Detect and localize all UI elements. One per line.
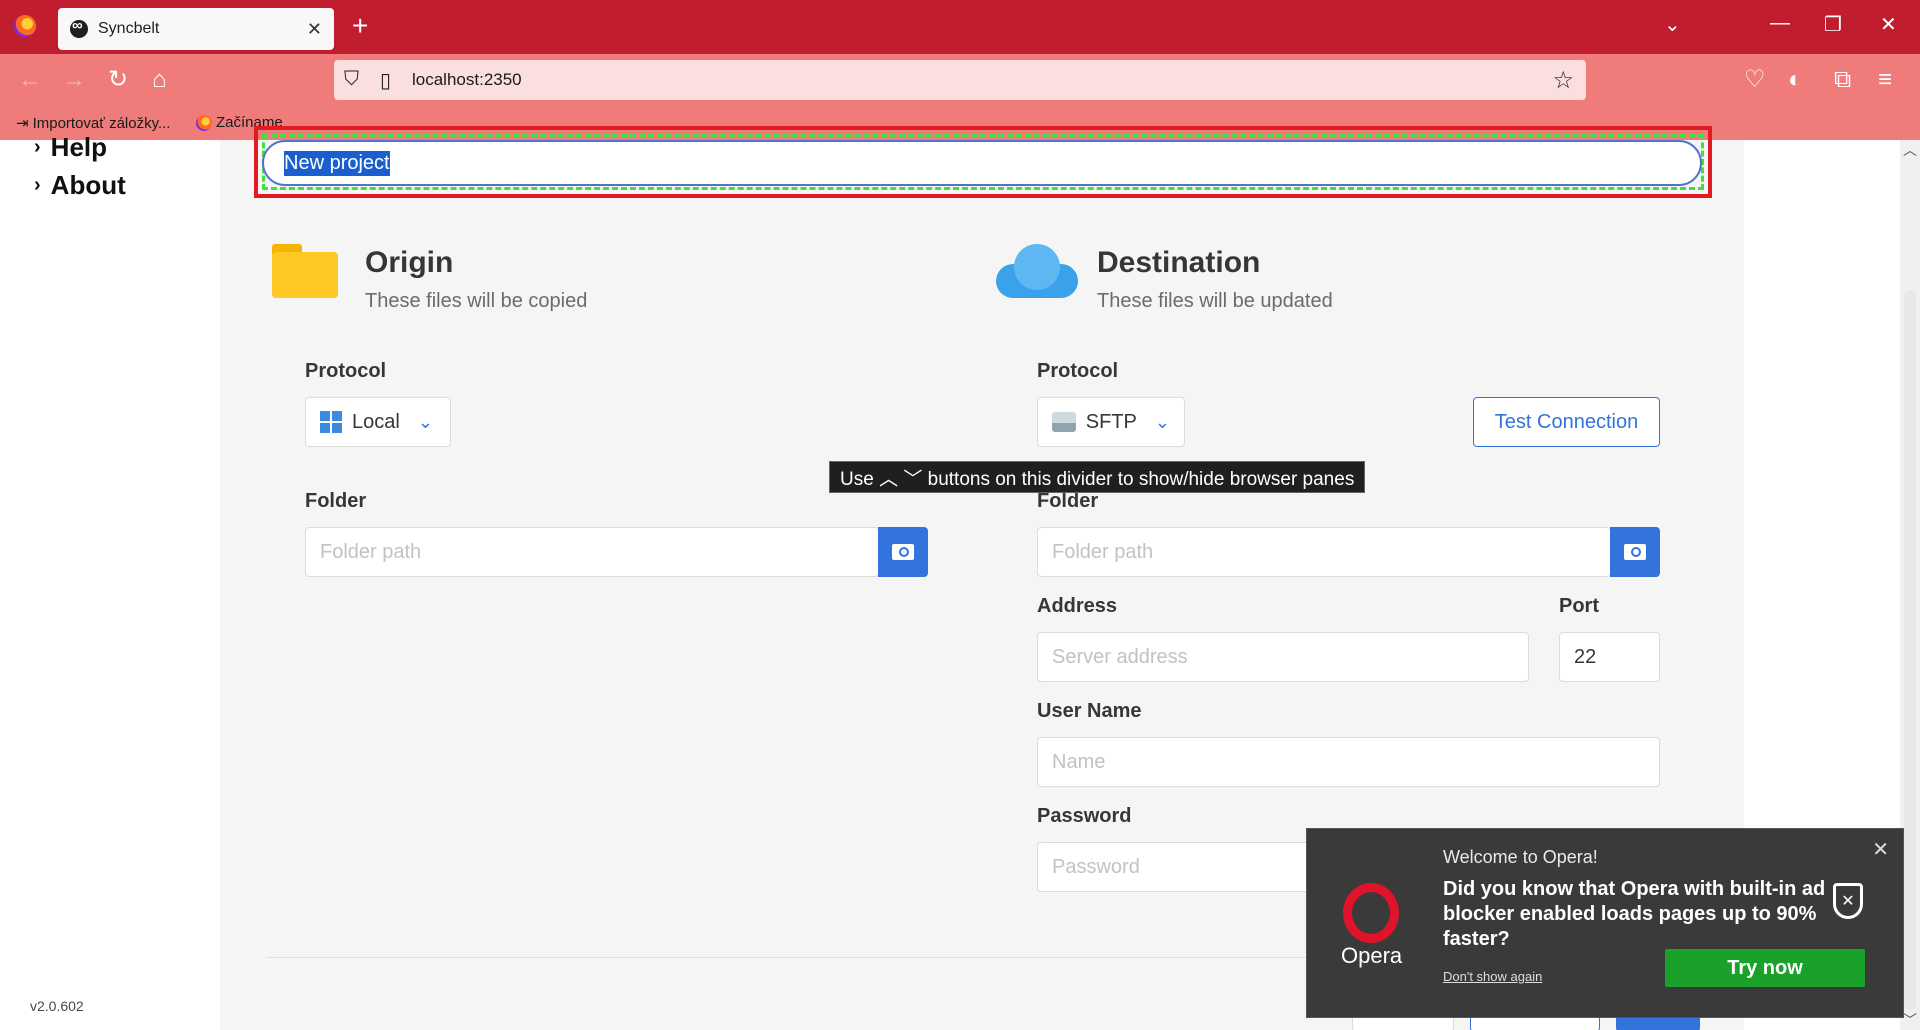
close-icon[interactable]: ✕ xyxy=(1872,837,1889,862)
chevron-down-icon: ⌄ xyxy=(417,411,433,432)
firefox-logo-icon[interactable] xyxy=(14,15,36,37)
folder-search-icon xyxy=(1624,544,1646,560)
origin-subtitle: These files will be copied xyxy=(365,290,588,312)
home-icon[interactable]: ⌂ xyxy=(152,68,167,92)
username-input[interactable]: Name xyxy=(1037,737,1660,787)
address-label: Address xyxy=(1037,595,1118,617)
placeholder: Folder path xyxy=(320,540,422,563)
forward-arrow-icon[interactable]: → xyxy=(62,68,86,92)
chevron-right-icon: › xyxy=(34,174,41,196)
password-label: Password xyxy=(1037,805,1132,827)
destination-protocol-label: Protocol xyxy=(1037,360,1119,382)
bookmark-label: Importovať záložky... xyxy=(32,114,171,132)
firefox-bookmark-icon xyxy=(196,114,212,131)
sidebar-item-about[interactable]: › About xyxy=(34,170,126,201)
account-icon[interactable]: ◐ xyxy=(1788,68,1803,92)
divider-tooltip: Use ︿ ﹀ buttons on this divider to show/… xyxy=(829,461,1366,493)
try-now-button[interactable]: Try now xyxy=(1665,949,1865,987)
page: › Help › About v2.0.602 New project Orig… xyxy=(0,126,1920,1030)
destination-folder-browse-button[interactable] xyxy=(1610,527,1660,577)
reload-icon[interactable]: ↻ xyxy=(108,68,128,92)
tab-close-icon[interactable]: ✕ xyxy=(307,19,322,40)
folder-search-icon xyxy=(892,544,914,560)
sidebar-item-label: About xyxy=(50,170,126,200)
new-tab-button[interactable]: + xyxy=(352,12,368,40)
scroll-up-icon[interactable]: ︿ xyxy=(1903,140,1917,160)
port-value: 22 xyxy=(1574,645,1597,668)
bookmark-import[interactable]: ⇥ Importovať záložky... xyxy=(16,114,171,133)
folder-icon xyxy=(272,244,338,298)
tracking-shield-icon[interactable]: ⛉ xyxy=(344,68,359,91)
destination-folder-label: Folder xyxy=(1037,490,1099,512)
chevron-right-icon: › xyxy=(34,136,41,158)
browser-tab[interactable]: Syncbelt ✕ xyxy=(58,8,334,50)
extensions-icon[interactable]: ⧉ xyxy=(1834,68,1851,92)
import-icon: ⇥ xyxy=(16,115,29,132)
destination-subtitle: These files will be updated xyxy=(1097,290,1333,312)
origin-folder-input[interactable]: Folder path xyxy=(305,527,879,577)
origin-protocol-select[interactable]: Local ⌄ xyxy=(305,397,451,447)
browser-tab-bar: Syncbelt ✕ + ⌄ — ❐ ✕ xyxy=(0,0,1920,54)
destination-protocol-value: SFTP xyxy=(1085,410,1137,433)
opera-message: Did you know that Opera with built-in ad… xyxy=(1443,878,1826,950)
opera-logo-icon xyxy=(1343,883,1399,943)
placeholder: Name xyxy=(1052,750,1106,773)
version-label: v2.0.602 xyxy=(30,998,84,1014)
origin-folder-label: Folder xyxy=(305,490,367,512)
project-name-text: New project xyxy=(284,150,390,176)
tab-title: Syncbelt xyxy=(98,20,160,37)
server-icon xyxy=(1052,412,1076,432)
scroll-down-icon[interactable]: ﹀ xyxy=(1903,1010,1917,1030)
page-info-icon[interactable]: ▯ xyxy=(380,68,391,93)
pocket-icon[interactable]: ♡ xyxy=(1744,68,1766,92)
destination-title: Destination xyxy=(1097,246,1261,279)
bookmark-star-icon[interactable]: ☆ xyxy=(1552,66,1574,95)
opera-popup: ✕ Opera Welcome to Opera! Did you know t… xyxy=(1306,828,1904,1018)
origin-title: Origin xyxy=(365,246,454,279)
scroll-thumb[interactable] xyxy=(1904,290,1916,1010)
list-tabs-chevron-icon[interactable]: ⌄ xyxy=(1664,12,1681,37)
port-input[interactable]: 22 xyxy=(1559,632,1660,682)
opera-brand: Opera xyxy=(1341,943,1403,968)
address-input[interactable]: Server address xyxy=(1037,632,1529,682)
origin-protocol-value: Local xyxy=(352,410,400,433)
sidebar-item-label: Help xyxy=(50,132,108,162)
cloud-icon xyxy=(996,244,1078,298)
restore-icon[interactable]: ❐ xyxy=(1824,12,1842,37)
destination-protocol-select[interactable]: SFTP ⌄ xyxy=(1037,397,1185,447)
chevron-down-icon: ⌄ xyxy=(1154,411,1170,432)
placeholder: Server address xyxy=(1052,645,1188,668)
origin-folder-browse-button[interactable] xyxy=(878,527,928,577)
browser-nav-bar: ← → ↻ ⌂ ⛉ ▯ localhost:2350 ☆ ♡ ◐ ⧉ ≡ xyxy=(0,54,1920,110)
sidebar-item-help[interactable]: › Help xyxy=(34,132,107,163)
back-arrow-icon[interactable]: ← xyxy=(18,68,42,92)
sidebar: › Help › About v2.0.602 xyxy=(0,132,220,1030)
syncbelt-favicon-icon xyxy=(70,17,88,38)
ad-block-shield-icon: ✕ xyxy=(1833,883,1863,919)
url-bar[interactable]: ⛉ ▯ localhost:2350 ☆ xyxy=(334,60,1586,100)
origin-protocol-label: Protocol xyxy=(305,360,387,382)
placeholder: Password xyxy=(1052,855,1140,878)
windows-icon xyxy=(320,411,342,433)
project-name-input[interactable]: New project xyxy=(262,140,1702,186)
close-window-icon[interactable]: ✕ xyxy=(1880,12,1897,37)
port-label: Port xyxy=(1559,595,1599,617)
destination-folder-input[interactable]: Folder path xyxy=(1037,527,1611,577)
minimize-icon[interactable]: — xyxy=(1770,12,1790,35)
menu-icon[interactable]: ≡ xyxy=(1878,68,1892,92)
url-text[interactable]: localhost:2350 xyxy=(412,70,522,90)
test-connection-button[interactable]: Test Connection xyxy=(1473,397,1660,447)
username-label: User Name xyxy=(1037,700,1142,722)
dont-show-again-link[interactable]: Don't show again xyxy=(1443,969,1542,984)
placeholder: Folder path xyxy=(1052,540,1154,563)
opera-welcome: Welcome to Opera! xyxy=(1443,847,1598,867)
